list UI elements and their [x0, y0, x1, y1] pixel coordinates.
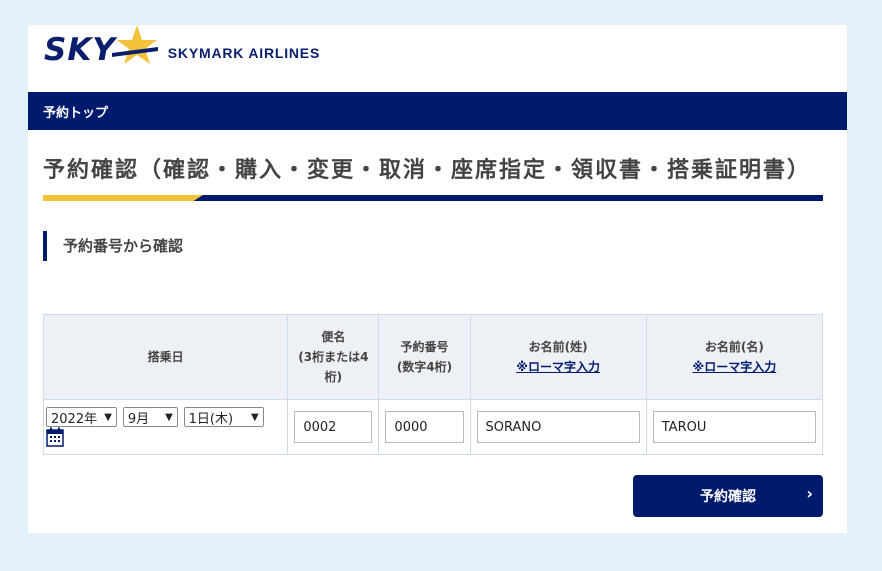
last-name-romaji-link[interactable]: ※ローマ字入力: [475, 357, 642, 377]
header-last-name: お名前(姓) ※ローマ字入力: [469, 314, 647, 400]
reservation-lookup-table: 搭乗日 便名 (3桁または4桁) 予約番号 (数字4桁) お名前(姓) ※ローマ…: [42, 314, 824, 455]
header-boarding-date: 搭乗日: [42, 314, 289, 400]
last-name-cell: SORANO: [469, 399, 647, 455]
chevron-down-icon: ▼: [165, 411, 173, 423]
nav-bar: 予約トップ: [28, 92, 847, 130]
first-name-cell: TAROU: [645, 399, 824, 455]
skymark-logo[interactable]: SKY SKYMARK AIRLINES: [44, 25, 321, 69]
table-header-row: 搭乗日 便名 (3桁または4桁) 予約番号 (数字4桁) お名前(姓) ※ローマ…: [42, 314, 824, 400]
table-input-row: 2022年 ▼ 9月 ▼ 1日(木) ▼ 0002 0000 SORANO TA…: [42, 399, 824, 455]
logo-airline-name: SKYMARK AIRLINES: [167, 45, 321, 61]
boarding-date-cell: 2022年 ▼ 9月 ▼ 1日(木) ▼: [42, 399, 289, 455]
chevron-right-icon: ›: [806, 484, 813, 503]
year-select[interactable]: 2022年 ▼: [46, 407, 117, 427]
flight-number-input[interactable]: 0002: [294, 411, 373, 443]
chevron-down-icon: ▼: [250, 411, 259, 423]
confirm-reservation-button[interactable]: 予約確認 ›: [633, 475, 823, 517]
title-divider: [43, 195, 823, 201]
reservation-number-input[interactable]: 0000: [385, 411, 464, 443]
logo-sky-text: SKY: [44, 32, 116, 68]
nav-reservation-top-link[interactable]: 予約トップ: [43, 102, 108, 121]
day-select[interactable]: 1日(木) ▼: [183, 407, 264, 427]
page-title: 予約確認（確認・購入・変更・取消・座席指定・領収書・搭乗証明書）: [43, 158, 812, 183]
reservation-number-cell: 0000: [378, 399, 471, 455]
header-reservation-number: 予約番号 (数字4桁): [378, 314, 471, 400]
star-logo-icon: [111, 25, 158, 64]
flight-number-cell: 0002: [287, 399, 380, 455]
first-name-input[interactable]: TAROU: [652, 411, 816, 443]
section-title: 予約番号から確認: [43, 231, 847, 261]
last-name-input[interactable]: SORANO: [476, 411, 640, 443]
month-select[interactable]: 9月 ▼: [122, 407, 178, 427]
site-header: SKY SKYMARK AIRLINES: [28, 25, 847, 92]
first-name-romaji-link[interactable]: ※ローマ字入力: [651, 357, 818, 377]
calendar-icon[interactable]: [46, 427, 64, 447]
chevron-down-icon: ▼: [104, 411, 112, 423]
header-first-name: お名前(名) ※ローマ字入力: [645, 314, 824, 400]
page-container: SKY SKYMARK AIRLINES 予約トップ 予約確認（確認・購入・変更…: [28, 25, 847, 533]
header-flight-number: 便名 (3桁または4桁): [287, 314, 380, 400]
